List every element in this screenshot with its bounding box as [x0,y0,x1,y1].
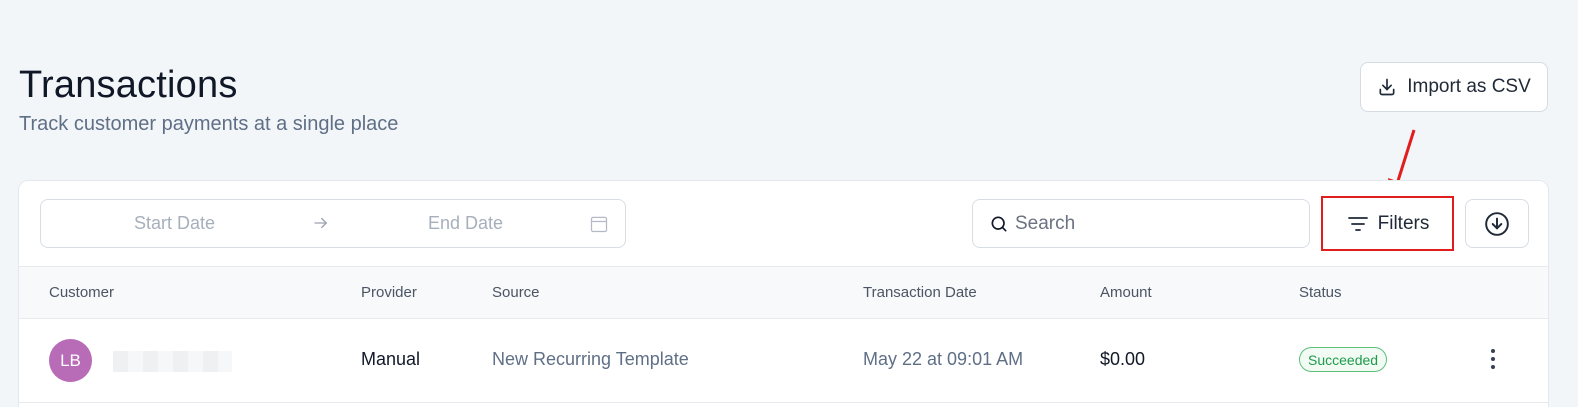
table-row[interactable]: LB Manual New Recurring Template May 22 … [19,319,1548,403]
status-badge: Succeeded [1299,347,1388,372]
column-header-source[interactable]: Source [492,284,540,301]
search-icon [991,216,1007,231]
start-date-placeholder: Start Date [134,213,216,233]
transactions-card: Start Date End Date Filters [18,180,1549,407]
table-toolbar: Start Date End Date Filters [19,181,1548,267]
search-input[interactable] [1015,212,1295,235]
column-header-customer[interactable]: Customer [49,284,114,301]
search-field[interactable] [972,199,1310,248]
import-csv-label: Import as CSV [1407,76,1531,97]
provider-cell: Manual [361,349,421,369]
import-csv-button[interactable]: Import as CSV [1360,62,1548,112]
column-header-amount[interactable]: Amount [1100,284,1152,301]
column-header-provider[interactable]: Provider [361,284,417,301]
filters-label: Filters [1377,212,1430,234]
end-date-placeholder: End Date [428,213,504,233]
arrow-right-icon [314,217,328,229]
column-header-status[interactable]: Status [1299,284,1342,301]
date-range-picker[interactable]: Start Date End Date [40,199,626,248]
more-actions-icon[interactable] [1485,349,1501,373]
filter-lines-icon [1347,216,1368,231]
table-header: Customer Provider Source Transaction Dat… [19,267,1548,319]
redacted-customer-name [113,351,232,372]
page-title: Transactions [19,64,238,106]
source-cell: New Recurring Template [492,349,689,369]
download-button[interactable] [1465,199,1529,248]
avatar: LB [49,339,92,382]
column-header-transaction-date[interactable]: Transaction Date [863,284,977,301]
transactions-page: Transactions Track customer payments at … [0,0,1578,407]
amount-cell: $0.00 [1100,349,1146,369]
transaction-date-cell: May 22 at 09:01 AM [863,349,1024,369]
download-circle-icon [1485,211,1509,236]
filters-button[interactable]: Filters [1321,196,1454,251]
page-subtitle: Track customer payments at a single plac… [19,113,399,135]
download-tray-icon [1379,78,1395,96]
calendar-icon [590,216,608,233]
